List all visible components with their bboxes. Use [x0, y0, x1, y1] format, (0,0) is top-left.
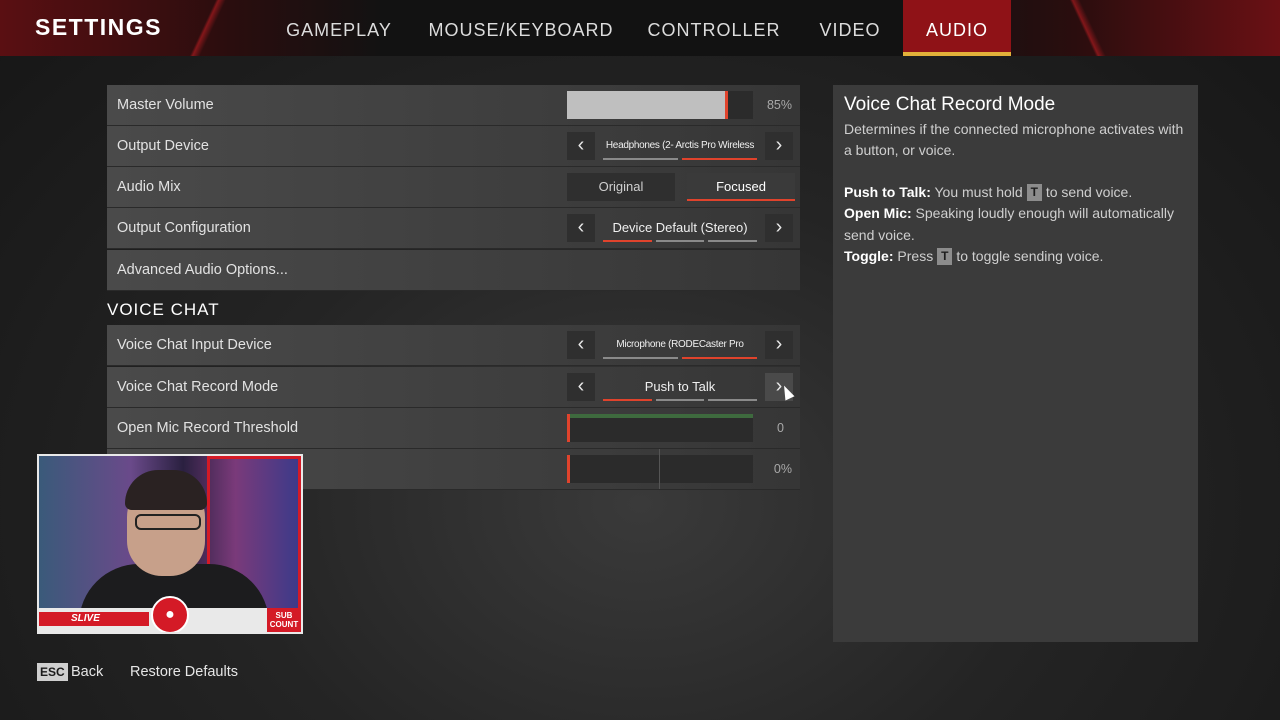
- toggle-label: Toggle:: [844, 247, 894, 264]
- voice-chat-record-mode-pips: [603, 399, 758, 401]
- toggle-text-a: Press: [893, 247, 938, 264]
- ptt-text-b: to send voice.: [1041, 184, 1133, 200]
- incoming-voice-volume-slider[interactable]: [567, 449, 753, 489]
- voice-chat-record-mode-value: Push to Talk: [644, 379, 716, 394]
- tab-video[interactable]: VIDEO: [812, 0, 888, 56]
- output-device-next-button[interactable]: ›: [765, 132, 793, 160]
- webcam-person-glasses: [135, 514, 201, 530]
- open-mic-threshold-value: 0: [777, 421, 784, 435]
- tab-controller[interactable]: CONTROLLER: [643, 0, 785, 56]
- open-mic-threshold-label: Open Mic Record Threshold: [117, 420, 299, 436]
- dog-logo-icon: ●: [151, 596, 189, 632]
- voice-chat-input-device-value: Microphone (RODECaster Pro Stereo): [616, 339, 744, 378]
- incoming-voice-volume-value: 0%: [773, 462, 792, 476]
- output-device-pips: [603, 158, 757, 160]
- output-configuration-prev-button[interactable]: ‹: [567, 214, 595, 242]
- open-mic-threshold-handle[interactable]: [567, 414, 570, 442]
- output-configuration-next-button[interactable]: ›: [765, 214, 793, 242]
- t-key-icon: T: [1026, 184, 1042, 201]
- ptt-text-a: You must hold: [930, 184, 1027, 200]
- voice-chat-input-device-label: Voice Chat Input Device: [117, 337, 272, 353]
- output-device-prev-button[interactable]: ‹: [567, 132, 595, 160]
- toggle-line: Toggle: Press T to toggle sending voice.: [844, 246, 1189, 267]
- master-volume-fill: [567, 91, 725, 119]
- ptt-label: Push to Talk:: [844, 184, 931, 200]
- voice-chat-input-device-row[interactable]: Voice Chat Input Device ‹ Microphone (RO…: [107, 325, 800, 378]
- webcam-sub-count: SUB COUNT: [267, 608, 301, 632]
- master-volume-slider[interactable]: [567, 91, 753, 119]
- openmic-label: Open Mic:: [844, 205, 912, 222]
- audio-mix-label: Audio Mix: [117, 179, 181, 195]
- output-device-value: Headphones (2- Arctis Pro Wireless Game): [605, 140, 755, 179]
- decor-slash-left: [150, 0, 270, 56]
- webcam-overlay: SLIVE ● SUB COUNT: [37, 454, 303, 634]
- voice-chat-record-mode-prev-button[interactable]: ‹: [567, 373, 595, 401]
- voice-chat-input-device-next-button[interactable]: ›: [765, 331, 793, 359]
- audio-mix-focused-button[interactable]: Focused: [687, 173, 795, 201]
- ptt-line: Push to Talk: You must hold T to send vo…: [844, 182, 1189, 203]
- master-volume-value: 85%: [766, 98, 792, 112]
- voice-chat-record-mode-row[interactable]: Voice Chat Record Mode ‹ Push to Talk ›: [107, 367, 800, 408]
- advanced-audio-options-label: Advanced Audio Options...: [117, 262, 288, 278]
- esc-key-icon[interactable]: ESC: [37, 663, 68, 681]
- slider-midpoint-divider: [659, 449, 660, 489]
- tab-gameplay[interactable]: GAMEPLAY: [277, 0, 401, 56]
- master-volume-handle[interactable]: [725, 91, 728, 119]
- open-mic-threshold-row[interactable]: Open Mic Record Threshold 0: [107, 408, 800, 449]
- voice-chat-input-device-prev-button[interactable]: ‹: [567, 331, 595, 359]
- page-title: SETTINGS: [35, 14, 163, 40]
- output-configuration-label: Output Configuration: [117, 220, 251, 236]
- webcam-live-text: SLIVE: [71, 613, 100, 624]
- master-volume-row[interactable]: Master Volume 85%: [107, 85, 800, 126]
- restore-defaults-button[interactable]: Restore Defaults: [130, 663, 238, 681]
- voice-chat-input-device-pips: [603, 357, 757, 359]
- description-title: Voice Chat Record Mode: [844, 94, 1056, 115]
- tab-mouse-keyboard[interactable]: MOUSE/KEYBOARD: [425, 0, 617, 56]
- output-device-label: Output Device: [117, 138, 209, 154]
- voice-chat-section-title: VOICE CHAT: [107, 300, 220, 319]
- t-key-icon: T: [937, 247, 953, 265]
- output-configuration-value: Device Default (Stereo): [612, 220, 748, 235]
- tab-audio[interactable]: AUDIO: [903, 0, 1011, 56]
- description-panel: Voice Chat Record Mode Determines if the…: [833, 85, 1198, 642]
- webcam-person-headset: [125, 470, 207, 510]
- description-text: Determines if the connected microphone a…: [844, 121, 1184, 158]
- description-details: Push to Talk: You must hold T to send vo…: [844, 182, 1189, 267]
- master-volume-label: Master Volume: [117, 97, 214, 113]
- openmic-line: Open Mic: Speaking loudly enough will au…: [844, 203, 1189, 246]
- audio-mix-row[interactable]: Audio Mix Original Focused: [107, 167, 800, 208]
- output-configuration-row[interactable]: Output Configuration ‹ Device Default (S…: [107, 208, 800, 249]
- voice-chat-record-mode-label: Voice Chat Record Mode: [117, 379, 279, 395]
- output-device-row[interactable]: Output Device ‹ Headphones (2- Arctis Pr…: [107, 126, 800, 179]
- open-mic-threshold-slider[interactable]: [567, 414, 753, 442]
- open-mic-threshold-level: [567, 414, 753, 418]
- top-bar: SETTINGS GAMEPLAY MOUSE/KEYBOARD CONTROL…: [0, 0, 1280, 56]
- toggle-text-b: to toggle sending voice.: [952, 247, 1104, 264]
- decor-slash-right: [1030, 0, 1150, 56]
- output-configuration-pips: [603, 240, 758, 242]
- back-button[interactable]: Back: [71, 663, 103, 681]
- advanced-audio-options-row[interactable]: Advanced Audio Options...: [107, 250, 800, 291]
- audio-mix-original-button[interactable]: Original: [567, 173, 675, 201]
- incoming-voice-volume-handle[interactable]: [567, 455, 570, 483]
